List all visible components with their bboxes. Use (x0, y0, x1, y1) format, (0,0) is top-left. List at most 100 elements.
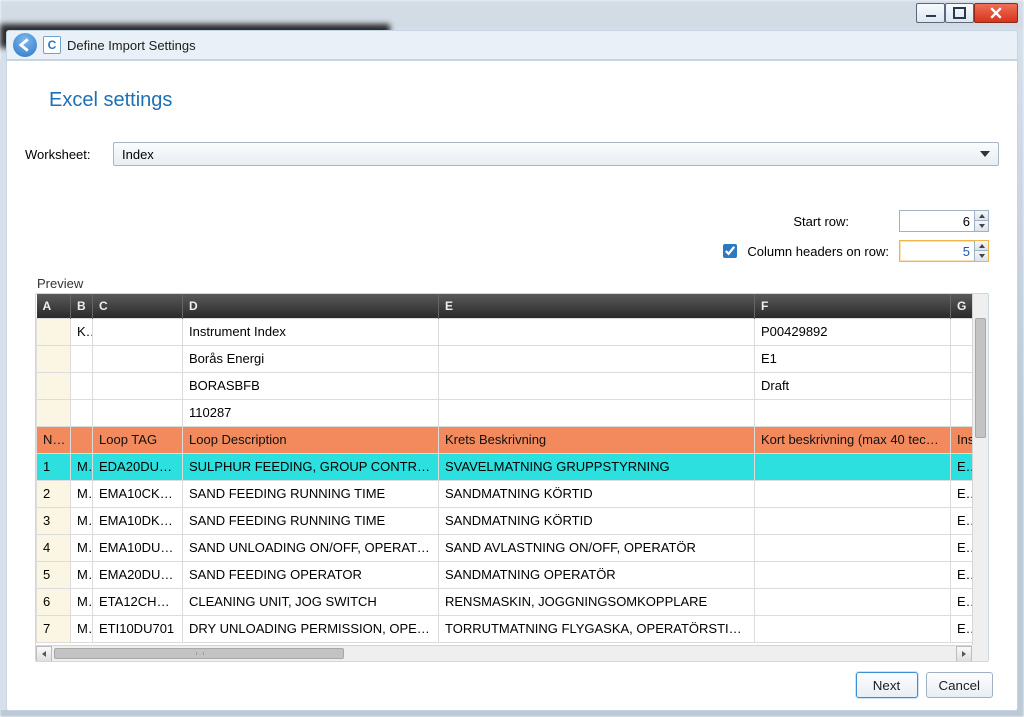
headers-row-up[interactable] (974, 241, 988, 251)
cell-B[interactable]: M (71, 561, 93, 588)
headers-row-input[interactable] (900, 244, 974, 259)
cell-G[interactable]: EMA (951, 480, 973, 507)
cell-E[interactable]: SVAVELMATNING GRUPPSTYRNING (439, 453, 755, 480)
cell-C[interactable]: ETI10DU701 (93, 615, 183, 642)
cell-E[interactable]: SAND AVLASTNING ON/OFF, OPERATÖR (439, 534, 755, 561)
cell-A[interactable]: 2 (37, 480, 71, 507)
hscroll-thumb[interactable] (54, 648, 344, 659)
cell-D[interactable]: SAND FEEDING RUNNING TIME (183, 507, 439, 534)
cell-G[interactable] (951, 318, 973, 345)
cell-A[interactable]: 3 (37, 507, 71, 534)
window-maximize-button[interactable] (945, 3, 974, 23)
table-row[interactable]: 5MEMA20DU701SAND FEEDING OPERATORSANDMAT… (37, 561, 973, 588)
cancel-button[interactable]: Cancel (926, 672, 994, 698)
start-row-spinner[interactable] (899, 210, 989, 232)
cell-G[interactable] (951, 372, 973, 399)
cell-B[interactable]: Kᴄ (71, 318, 93, 345)
cell-B[interactable] (71, 345, 93, 372)
cell-F[interactable]: E1 (755, 345, 951, 372)
cell-E[interactable]: Krets Beskrivning (439, 426, 755, 453)
back-button[interactable] (13, 33, 37, 57)
table-row[interactable]: Kᴄ Instrument Index P00429892 (37, 318, 973, 345)
cell-C[interactable]: EMA20DU701 (93, 561, 183, 588)
start-row-up[interactable] (974, 211, 988, 221)
cell-E[interactable] (439, 318, 755, 345)
cell-E[interactable]: RENSMASKIN, JOGGNINGSOMKOPPLARE (439, 588, 755, 615)
vertical-scrollbar[interactable] (972, 294, 988, 645)
table-row[interactable]: BORASBFB Draft (37, 372, 973, 399)
cell-B[interactable] (71, 399, 93, 426)
cell-G[interactable]: Instr (951, 426, 973, 453)
cell-A[interactable] (37, 399, 71, 426)
col-B[interactable]: B (71, 294, 93, 318)
cell-D[interactable]: SAND FEEDING RUNNING TIME (183, 480, 439, 507)
col-G[interactable]: G (951, 294, 973, 318)
cell-D[interactable]: SULPHUR FEEDING, GROUP CONTROL (183, 453, 439, 480)
cell-E[interactable]: SANDMATNING OPERATÖR (439, 561, 755, 588)
cell-C[interactable] (93, 372, 183, 399)
cell-A[interactable]: 5 (37, 561, 71, 588)
cell-A[interactable]: 4 (37, 534, 71, 561)
cell-C[interactable] (93, 345, 183, 372)
cell-E[interactable]: SANDMATNING KÖRTID (439, 507, 755, 534)
cell-E[interactable]: TORRUTMATNING FLYGASKA, OPERATÖRSTILLSTÅ… (439, 615, 755, 642)
cell-C[interactable] (93, 399, 183, 426)
cell-D[interactable]: Loop Description (183, 426, 439, 453)
cell-B[interactable]: M (71, 507, 93, 534)
cell-C[interactable]: EDA20DU701 (93, 453, 183, 480)
cell-G[interactable]: EMA (951, 507, 973, 534)
cell-A[interactable] (37, 372, 71, 399)
hscroll-left[interactable] (36, 646, 52, 662)
cell-F[interactable] (755, 561, 951, 588)
cell-F[interactable] (755, 588, 951, 615)
cell-E[interactable] (439, 372, 755, 399)
cell-E[interactable]: SANDMATNING KÖRTID (439, 480, 755, 507)
cell-G[interactable]: ETA1 (951, 588, 973, 615)
table-row[interactable]: Borås Energi E1 (37, 345, 973, 372)
hscroll-right[interactable] (956, 646, 972, 662)
col-A[interactable]: A (37, 294, 71, 318)
cell-F[interactable]: Draft (755, 372, 951, 399)
headers-row-down[interactable] (974, 251, 988, 261)
col-E[interactable]: E (439, 294, 755, 318)
cell-G[interactable] (951, 399, 973, 426)
cell-B[interactable]: M (71, 480, 93, 507)
cell-B[interactable]: M (71, 534, 93, 561)
start-row-input[interactable] (900, 214, 974, 229)
cell-D[interactable]: Instrument Index (183, 318, 439, 345)
cell-C[interactable]: Loop TAG (93, 426, 183, 453)
cell-F[interactable] (755, 480, 951, 507)
vscroll-thumb[interactable] (975, 318, 986, 438)
table-row[interactable]: 3MEMA10DK701SAND FEEDING RUNNING TIMESAN… (37, 507, 973, 534)
window-minimize-button[interactable] (916, 3, 945, 23)
cell-A[interactable] (37, 345, 71, 372)
cell-D[interactable]: CLEANING UNIT, JOG SWITCH (183, 588, 439, 615)
cell-C[interactable]: EMA10DK701 (93, 507, 183, 534)
col-D[interactable]: D (183, 294, 439, 318)
cell-B[interactable]: M (71, 615, 93, 642)
cell-F[interactable]: P00429892 (755, 318, 951, 345)
cell-G[interactable] (951, 345, 973, 372)
cell-D[interactable]: DRY UNLOADING PERMISSION, OPERATOR (183, 615, 439, 642)
cell-D[interactable]: Borås Energi (183, 345, 439, 372)
col-F[interactable]: F (755, 294, 951, 318)
cell-A[interactable]: 7 (37, 615, 71, 642)
cell-D[interactable]: SAND FEEDING OPERATOR (183, 561, 439, 588)
cell-B[interactable]: M (71, 588, 93, 615)
horizontal-scrollbar[interactable] (36, 645, 972, 661)
cell-C[interactable]: EMA10DU701 (93, 534, 183, 561)
cell-F[interactable] (755, 507, 951, 534)
table-row[interactable]: 4MEMA10DU701SAND UNLOADING ON/OFF, OPERA… (37, 534, 973, 561)
cell-A[interactable]: 6 (37, 588, 71, 615)
cell-D[interactable]: BORASBFB (183, 372, 439, 399)
headers-row-spinner[interactable] (899, 240, 989, 262)
cell-G[interactable]: EMA (951, 561, 973, 588)
table-row[interactable]: 7METI10DU701DRY UNLOADING PERMISSION, OP… (37, 615, 973, 642)
cell-A[interactable]: No. 1 (37, 426, 71, 453)
headers-checkbox[interactable] (723, 244, 737, 258)
cell-C[interactable] (93, 318, 183, 345)
window-close-button[interactable] (974, 3, 1018, 23)
cell-E[interactable] (439, 345, 755, 372)
cell-D[interactable]: 110287 (183, 399, 439, 426)
cell-D[interactable]: SAND UNLOADING ON/OFF, OPERATOR (183, 534, 439, 561)
